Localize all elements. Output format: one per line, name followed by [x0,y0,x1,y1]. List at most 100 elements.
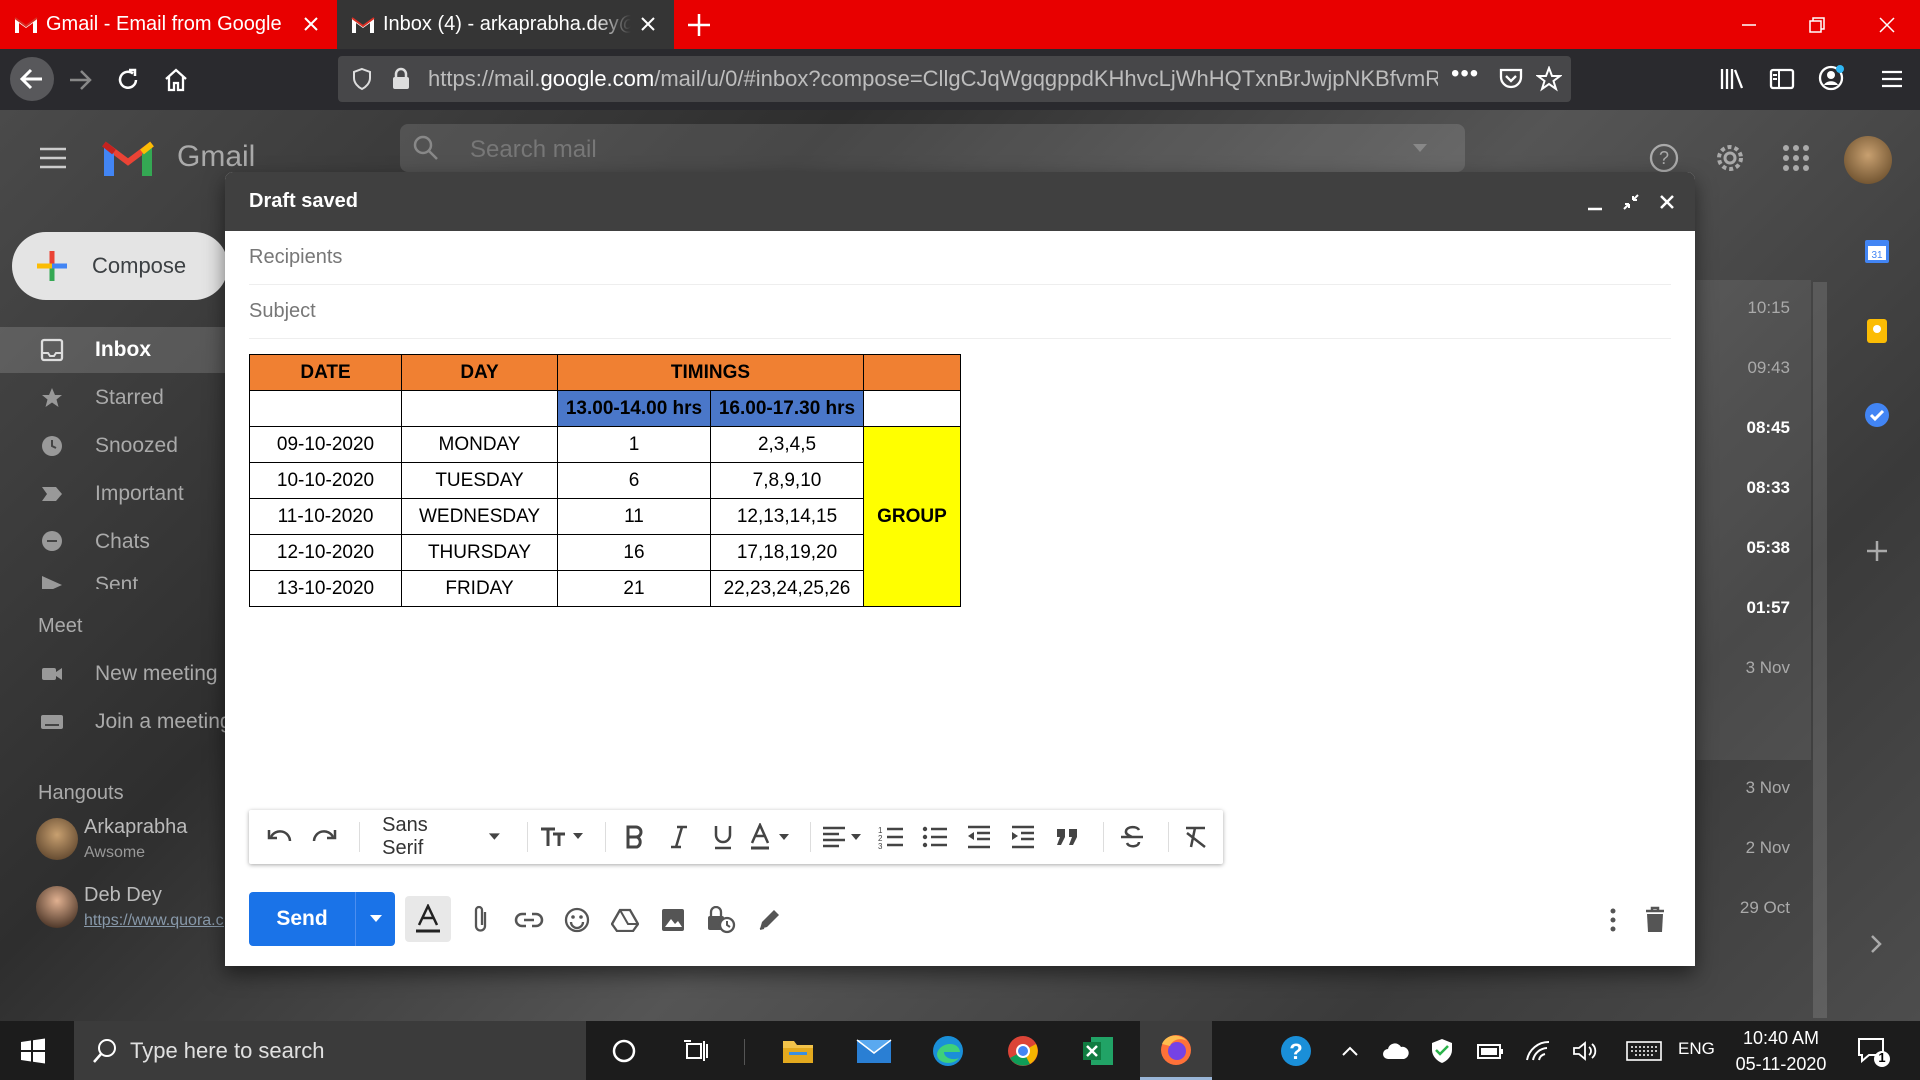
task-view-button[interactable] [678,1033,714,1069]
contact-status-link[interactable]: https://www.quora.com [84,912,224,930]
more-options-button[interactable] [1595,902,1631,938]
home-button[interactable] [158,62,194,98]
insert-signature-button[interactable] [751,902,787,938]
touch-keyboard-tray[interactable] [1626,1037,1662,1065]
search-options-caret-icon[interactable] [1412,142,1428,154]
tab-inbox[interactable]: Inbox (4) - arkaprabha.dey@gmail.com [337,0,674,49]
add-ons-plus-icon[interactable] [1864,538,1890,564]
avatar[interactable] [36,886,78,928]
exit-fullscreen-icon[interactable] [1619,190,1643,214]
expand-side-panel-chevron-icon[interactable] [1866,932,1886,956]
taskbar-file-explorer[interactable] [780,1033,816,1069]
quote-button[interactable] [1049,817,1086,857]
account-icon[interactable] [1816,63,1846,93]
menu-hamburger-icon[interactable] [1878,65,1906,93]
close-window-icon[interactable] [1872,10,1902,40]
mail-time[interactable]: 08:45 [1747,418,1790,438]
keep-icon[interactable] [1862,316,1892,346]
insert-drive-button[interactable] [607,902,643,938]
minimize-window-icon[interactable] [1734,10,1764,40]
restore-window-icon[interactable] [1802,10,1832,40]
redo-button[interactable] [305,817,342,857]
align-button[interactable] [821,817,866,857]
input-language[interactable]: ENG [1678,1039,1715,1059]
tasks-icon[interactable] [1862,400,1892,430]
search-bar[interactable]: Search mail [400,124,1465,172]
taskbar-chrome[interactable] [1005,1033,1041,1069]
send-button[interactable]: Send [249,892,395,946]
taskbar-excel[interactable] [1080,1033,1116,1069]
shield-icon[interactable] [350,67,374,91]
pocket-icon[interactable] [1498,66,1524,92]
taskbar-mail[interactable] [856,1033,892,1069]
formatting-options-button[interactable] [405,896,451,942]
tab-gmail-email-from-google[interactable]: Gmail - Email from Google [0,0,337,49]
cortana-button[interactable] [606,1033,642,1069]
strikethrough-button[interactable] [1114,817,1151,857]
mail-time[interactable]: 05:38 [1747,538,1790,558]
schedule-send-dropdown[interactable] [355,892,395,946]
bookmark-star-icon[interactable] [1536,66,1562,92]
search-icon[interactable] [412,134,440,162]
contact-name[interactable]: Arkaprabha [84,816,187,839]
mail-time[interactable]: 01:57 [1747,598,1790,618]
taskbar-firefox-active[interactable] [1140,1021,1212,1080]
mail-time[interactable]: 08:33 [1747,478,1790,498]
bold-button[interactable] [616,817,653,857]
action-center-button[interactable]: 1 [1856,1035,1892,1069]
onedrive-tray[interactable] [1382,1037,1410,1065]
battery-tray[interactable] [1476,1037,1504,1065]
reload-button[interactable] [110,62,146,98]
close-compose-icon[interactable] [1655,190,1679,214]
minimize-compose-icon[interactable] [1583,190,1607,214]
calendar-icon[interactable]: 31 [1862,236,1892,266]
underline-button[interactable] [704,817,741,857]
bulleted-list-button[interactable] [916,817,953,857]
attach-file-button[interactable] [463,902,499,938]
mail-list-scrollbar[interactable] [1813,282,1827,1018]
font-family-select[interactable]: Sans Serif [382,814,501,860]
url-bar[interactable]: https://mail.google.com/mail/u/0/#inbox?… [338,56,1571,102]
numbered-list-button[interactable]: 123 [872,817,909,857]
confidential-mode-button[interactable] [703,902,739,938]
italic-button[interactable] [660,817,697,857]
apps-grid-icon[interactable] [1782,144,1810,172]
sidebar-icon[interactable] [1768,65,1796,93]
indent-more-button[interactable] [1005,817,1042,857]
mail-time[interactable]: 09:43 [1747,358,1790,378]
close-tab-icon[interactable] [636,12,660,36]
main-menu-icon[interactable] [38,146,68,170]
taskbar-search-box[interactable]: Type here to search [74,1021,586,1080]
mail-time[interactable]: 3 Nov [1746,778,1790,798]
remove-formatting-button[interactable] [1179,817,1216,857]
page-actions-ellipsis-icon[interactable]: ••• [1451,60,1479,88]
discard-draft-button[interactable] [1637,902,1673,938]
compose-header[interactable]: Draft saved [225,172,1695,231]
help-icon[interactable]: ? [1648,142,1680,174]
show-hidden-icons-button[interactable] [1336,1037,1364,1065]
indent-less-button[interactable] [961,817,998,857]
volume-tray[interactable] [1572,1037,1600,1065]
recipients-field[interactable]: Recipients [249,231,1671,285]
taskbar-edge[interactable] [930,1033,966,1069]
undo-button[interactable] [261,817,298,857]
lock-icon[interactable] [390,67,412,91]
insert-emoji-button[interactable] [559,902,595,938]
contact-name[interactable]: Deb Dey [84,884,162,907]
settings-gear-icon[interactable] [1714,142,1746,174]
wifi-tray[interactable] [1524,1037,1552,1065]
avatar[interactable] [36,818,78,860]
back-button[interactable] [10,57,54,101]
windows-start-icon[interactable] [20,1038,46,1064]
forward-button[interactable] [62,62,98,98]
subject-field[interactable]: Subject [249,285,1671,339]
library-icon[interactable] [1718,65,1746,93]
insert-photo-button[interactable] [655,902,691,938]
mail-time[interactable]: 10:15 [1747,298,1790,318]
schedule-table[interactable]: DATE DAY TIMINGS 13.00-14.00 hrs 16.00-1… [249,354,961,607]
new-tab-plus-icon[interactable] [684,10,714,40]
text-color-button[interactable] [748,817,793,857]
insert-link-button[interactable] [511,902,547,938]
compose-button[interactable]: Compose [12,232,228,300]
security-tray[interactable] [1428,1037,1456,1065]
